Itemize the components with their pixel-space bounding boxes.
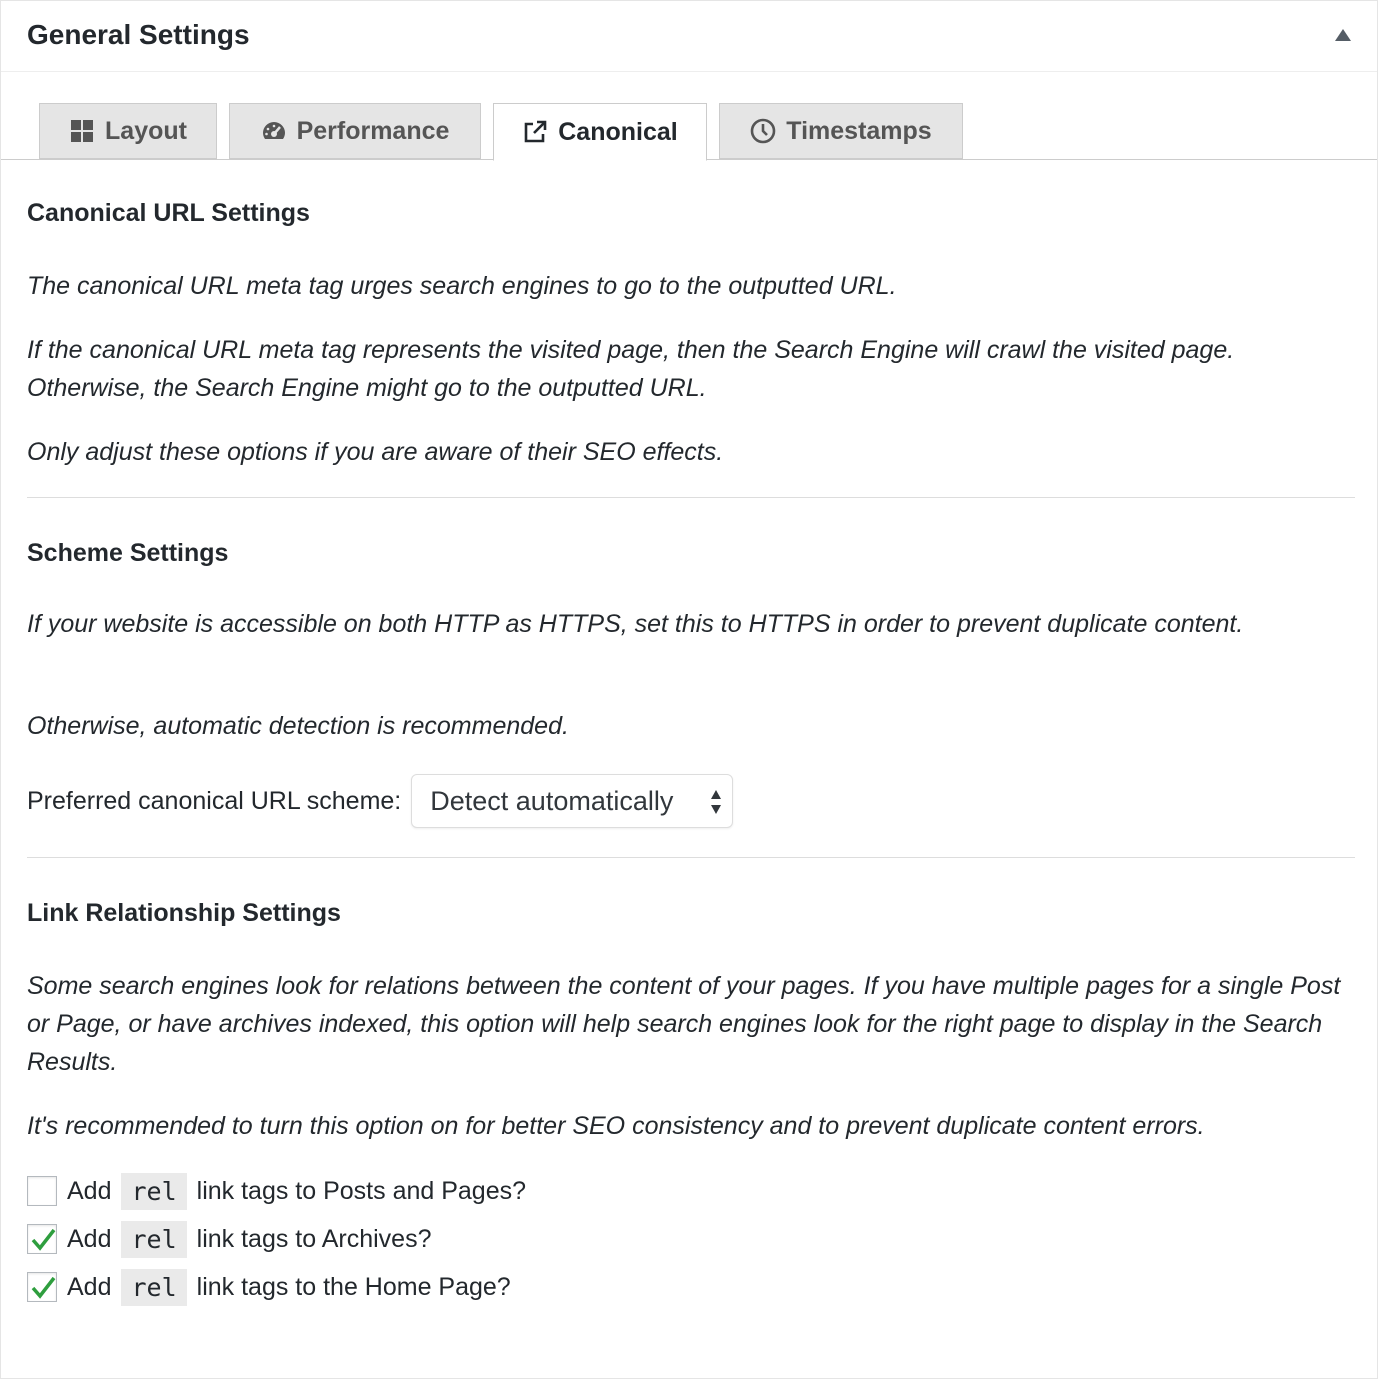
tab-label: Performance [296,116,450,145]
grid-icon [69,118,95,144]
external-link-icon [522,119,548,145]
panel-header[interactable]: General Settings [1,1,1377,72]
rel-code: rel [121,1220,187,1258]
rel-code: rel [121,1268,187,1306]
link-desc-1: Some search engines look for relations b… [27,972,1341,1076]
tab-label: Canonical [558,117,678,146]
scheme-select-value: Detect automatically [430,785,674,816]
checkbox-rel-home-page[interactable] [27,1272,57,1302]
checkmark-icon [31,1228,56,1251]
option-prefix: Add [67,1176,112,1205]
option-rel-archives[interactable]: Add rel link tags to Archives? [27,1219,431,1259]
section-divider [27,857,1355,858]
option-rel-home-page[interactable]: Add rel link tags to the Home Page? [27,1267,511,1307]
canonical-desc-2: If the canonical URL meta tag represents… [27,336,1235,402]
panel-title: General Settings [27,19,250,50]
rel-code: rel [121,1172,187,1210]
tab-timestamps[interactable]: Timestamps [719,103,963,159]
scheme-desc-1: If your website is accessible on both HT… [27,610,1244,638]
collapse-toggle-icon[interactable] [1335,29,1351,41]
checkmark-icon [31,1276,56,1299]
option-suffix: link tags to Archives? [196,1224,432,1253]
option-prefix: Add [67,1272,112,1301]
link-desc-2: It's recommended to turn this option on … [27,1112,1205,1140]
option-prefix: Add [67,1224,112,1253]
canonical-desc-1: The canonical URL meta tag urges search … [27,272,897,300]
tab-label: Layout [105,116,187,145]
option-suffix: link tags to Posts and Pages? [196,1176,527,1205]
tab-performance[interactable]: Performance [229,103,481,159]
section-divider [27,497,1355,498]
tab-canonical[interactable]: Canonical [493,103,707,161]
option-rel-posts-pages[interactable]: Add rel link tags to Posts and Pages? [27,1171,526,1211]
checkbox-rel-archives[interactable] [27,1224,57,1254]
clock-icon [750,118,776,144]
scheme-select[interactable]: Detect automatically [411,774,734,828]
scheme-select-row: Preferred canonical URL scheme: Detect a… [27,773,734,829]
tab-layout[interactable]: Layout [39,103,217,159]
canonical-desc-3: Only adjust these options if you are awa… [27,438,724,466]
general-settings-panel: General Settings Layout Performance Cano… [0,0,1378,1379]
tabs-bar: Layout Performance Canonical Timestamps [1,71,1377,161]
scheme-section-title: Scheme Settings [27,539,229,567]
scheme-select-label: Preferred canonical URL scheme: [27,786,402,815]
dashboard-icon [261,118,287,144]
checkbox-rel-posts-pages[interactable] [27,1176,57,1206]
scheme-desc-2: Otherwise, automatic detection is recomm… [27,712,569,740]
canonical-section-title: Canonical URL Settings [27,199,310,227]
tab-label: Timestamps [786,116,932,145]
select-arrows-icon [710,788,722,816]
option-suffix: link tags to the Home Page? [196,1272,511,1301]
link-section-title: Link Relationship Settings [27,899,341,927]
